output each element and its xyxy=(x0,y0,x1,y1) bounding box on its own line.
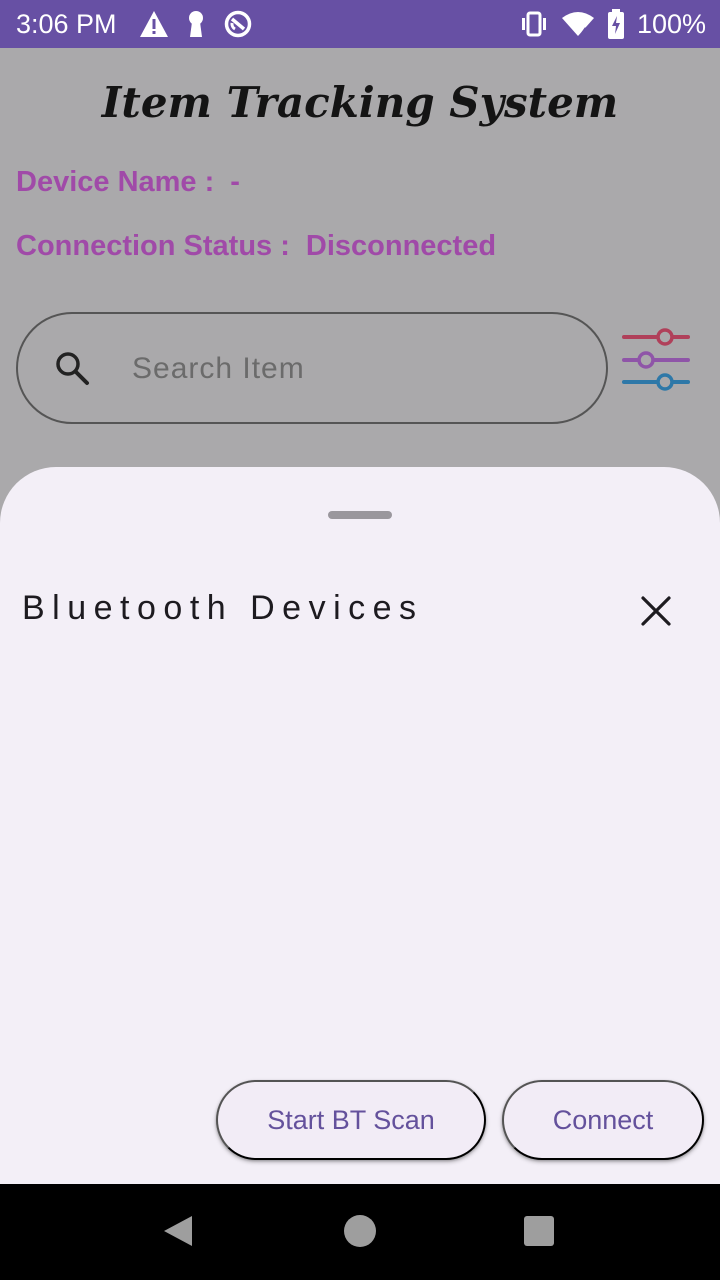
connection-status-row: Connection Status : Disconnected xyxy=(16,230,496,263)
search-icon xyxy=(56,352,89,385)
status-right-icons: 4 100% xyxy=(519,9,706,40)
back-icon[interactable] xyxy=(162,1214,194,1248)
start-bt-scan-button[interactable]: Start BT Scan xyxy=(216,1080,486,1160)
filter-sliders-icon[interactable] xyxy=(620,326,692,394)
search-input[interactable] xyxy=(132,342,572,396)
device-name-label: Device Name : xyxy=(16,166,215,198)
vibrate-icon xyxy=(521,11,546,37)
drag-handle[interactable] xyxy=(328,511,392,519)
keyhole-icon xyxy=(188,11,203,37)
sync-icon xyxy=(224,10,251,38)
battery-percentage: 100% xyxy=(636,8,706,39)
app-title: Item Tracking System xyxy=(101,78,619,127)
wifi-icon: 4 xyxy=(561,12,594,37)
close-icon xyxy=(641,596,671,626)
search-bar[interactable] xyxy=(16,312,608,424)
warning-icon xyxy=(139,11,168,37)
main-content: Item Tracking System Device Name :- Conn… xyxy=(0,48,720,468)
close-button[interactable] xyxy=(630,585,682,637)
navigation-bar xyxy=(0,1184,720,1280)
sheet-title: Bluetooth Devices xyxy=(22,589,424,627)
device-name-value: - xyxy=(230,166,240,198)
recents-icon[interactable] xyxy=(524,1216,554,1246)
connection-status-label: Connection Status : xyxy=(16,230,290,262)
status-time: 3:06 PM xyxy=(16,8,117,39)
device-name-row: Device Name :- xyxy=(16,166,240,199)
home-icon[interactable] xyxy=(344,1215,376,1247)
bluetooth-devices-sheet: Bluetooth Devices Start BT Scan Connect xyxy=(0,467,720,1184)
status-left-icons xyxy=(139,9,253,39)
connect-button[interactable]: Connect xyxy=(502,1080,704,1160)
connection-status-value: Disconnected xyxy=(305,230,497,262)
svg-text:4: 4 xyxy=(581,26,587,37)
battery-charging-icon xyxy=(607,9,624,39)
status-bar: 3:06 PM 4 100% xyxy=(0,0,720,48)
